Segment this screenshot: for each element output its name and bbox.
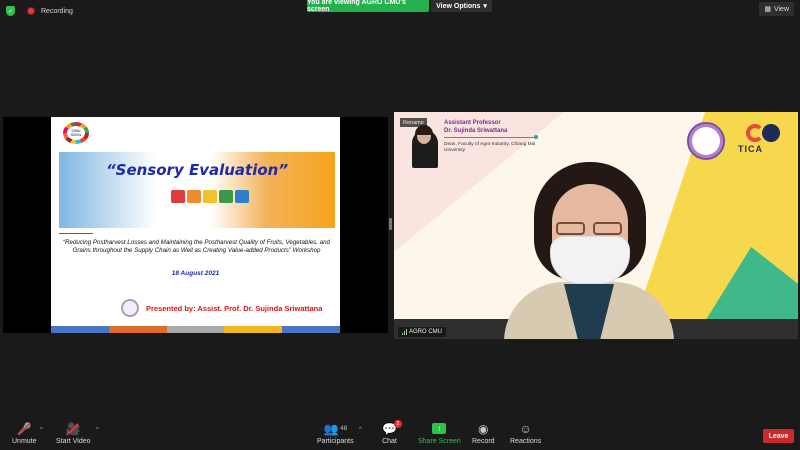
cmu-sdgs-logo-text: CMU SDGs — [67, 126, 85, 140]
speaker-subtitle: Dean, Faculty of Agro-Industry, Chiang M… — [444, 142, 536, 153]
leave-button[interactable]: Leave — [763, 429, 794, 443]
chat-unread-badge: 2 — [393, 420, 402, 428]
video-options-caret[interactable]: ^ — [96, 427, 99, 433]
start-video-label: Start Video — [56, 438, 91, 445]
footer-segment — [166, 326, 225, 333]
chat-button[interactable]: 💬 2 Chat — [382, 420, 402, 445]
eye-icon — [235, 190, 249, 203]
footer-segment — [108, 326, 167, 333]
title-band: “Sensory Evaluation” — [59, 152, 335, 228]
view-button[interactable]: ▦ View — [759, 2, 794, 16]
participants-label: Participants — [317, 438, 354, 445]
reactions-button[interactable]: ☺ Reactions — [510, 421, 542, 446]
participants-icon: 👥 48 — [323, 421, 348, 436]
senses-icons — [171, 190, 249, 203]
university-seal-logo — [687, 122, 725, 160]
speaker-title: Assistant Professor Dr. Sujinda Sriwatta… — [444, 120, 507, 135]
footer-segment — [282, 326, 340, 333]
meeting-toolbar: 🎤 Unmute ^ 🎥 Start Video ^ 👥48 Participa… — [0, 418, 800, 450]
screen-share-banner: You are viewing AGRO CMU's screen — [307, 0, 429, 13]
view-options-button[interactable]: View Options ▾ — [431, 0, 492, 12]
speaker-video-panel[interactable]: Rename Assistant Professor Dr. Sujinda S… — [394, 112, 798, 339]
mouth-icon — [187, 190, 201, 203]
workshop-date: 18 August 2021 — [171, 270, 220, 277]
share-screen-button[interactable]: ↑ Share Screen — [418, 422, 461, 445]
record-button[interactable]: ◉ Record — [472, 421, 495, 446]
recording-label: Recording — [41, 7, 73, 15]
workshop-text: “Reducing Postharvest Losses and Maintai… — [62, 239, 330, 254]
record-icon: ◉ — [478, 421, 489, 436]
speaker-title-line2: Dr. Sujinda Sriwattana — [444, 127, 508, 134]
slide-footer-bar — [51, 326, 340, 333]
speaker-mask — [550, 236, 630, 284]
footer-segment — [224, 326, 283, 333]
slide-title: “Sensory Evaluation” — [106, 161, 288, 179]
presenter-text: Presented by: Assist. Prof. Dr. Sujinda … — [146, 304, 323, 313]
chat-icon: 💬 2 — [382, 420, 402, 436]
speaker-person — [504, 162, 674, 339]
share-screen-label: Share Screen — [418, 438, 461, 445]
university-seal-icon — [121, 299, 139, 317]
meeting-status: ✓ Recording — [6, 4, 73, 18]
nose-icon — [203, 190, 217, 203]
participant-count: 48 — [340, 425, 348, 432]
chat-label: Chat — [382, 438, 397, 445]
participants-button[interactable]: 👥 48 Participants — [317, 421, 354, 446]
speaker-title-line1: Assistant Professor — [444, 120, 501, 126]
rename-button[interactable]: Rename — [400, 118, 427, 127]
grid-icon: ▦ — [764, 6, 771, 13]
tica-logo-circle — [762, 124, 780, 142]
start-video-button[interactable]: 🎥 Start Video — [56, 422, 91, 446]
recording-dot-icon — [27, 7, 35, 15]
footer-segment — [51, 326, 109, 333]
hand-icon — [171, 190, 185, 203]
view-options-label: View Options — [436, 2, 481, 10]
video-camera-off-icon: 🎥 — [66, 422, 81, 436]
speaker-glasses — [556, 222, 624, 235]
tica-logo: TICA — [734, 124, 790, 158]
view-label: View — [773, 5, 789, 13]
unmute-button[interactable]: 🎤 Unmute — [12, 422, 37, 446]
shared-screen-panel[interactable]: CMU SDGs “Sensory Evaluation” “Reducing … — [3, 117, 388, 333]
security-shield-icon[interactable]: ✓ — [6, 6, 15, 16]
unmute-label: Unmute — [12, 438, 37, 445]
participant-name: AGRO CMU — [409, 329, 442, 335]
title-underline — [444, 135, 538, 139]
slide-divider-line — [59, 233, 93, 234]
panel-resize-handle[interactable] — [389, 218, 392, 230]
participant-name-tag: AGRO CMU — [398, 327, 446, 337]
share-screen-icon: ↑ — [432, 422, 447, 435]
ear-icon — [219, 190, 233, 203]
glasses-lens — [593, 222, 622, 235]
record-label: Record — [472, 438, 495, 445]
tica-logo-text: TICA — [738, 144, 763, 154]
glasses-lens — [556, 222, 585, 235]
chevron-down-icon: ▾ — [483, 3, 487, 10]
participants-options-caret[interactable]: ^ — [359, 427, 362, 433]
presentation-slide: CMU SDGs “Sensory Evaluation” “Reducing … — [51, 117, 340, 333]
signal-bars-icon — [402, 329, 407, 335]
reactions-emoji-icon: ☺ — [519, 421, 532, 436]
reactions-label: Reactions — [510, 438, 542, 445]
audio-options-caret[interactable]: ^ — [40, 427, 43, 433]
cmu-sdgs-logo: CMU SDGs — [63, 122, 89, 144]
microphone-muted-icon: 🎤 — [17, 422, 32, 436]
